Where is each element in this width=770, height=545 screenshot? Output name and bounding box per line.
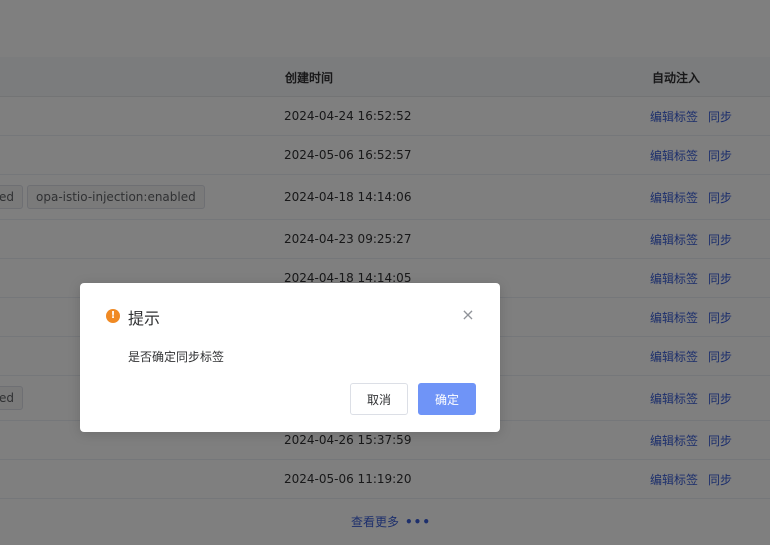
close-icon[interactable]: × <box>460 307 476 323</box>
confirm-button[interactable]: 确定 <box>418 383 476 415</box>
cancel-button[interactable]: 取消 <box>350 383 408 415</box>
dialog-message: 是否确定同步标签 <box>128 350 225 364</box>
confirm-dialog: ! 提示 × 是否确定同步标签 取消 确定 <box>80 283 500 432</box>
warning-icon: ! <box>106 309 120 323</box>
modal-overlay[interactable] <box>0 0 770 545</box>
dialog-title: 提示 <box>128 309 161 328</box>
